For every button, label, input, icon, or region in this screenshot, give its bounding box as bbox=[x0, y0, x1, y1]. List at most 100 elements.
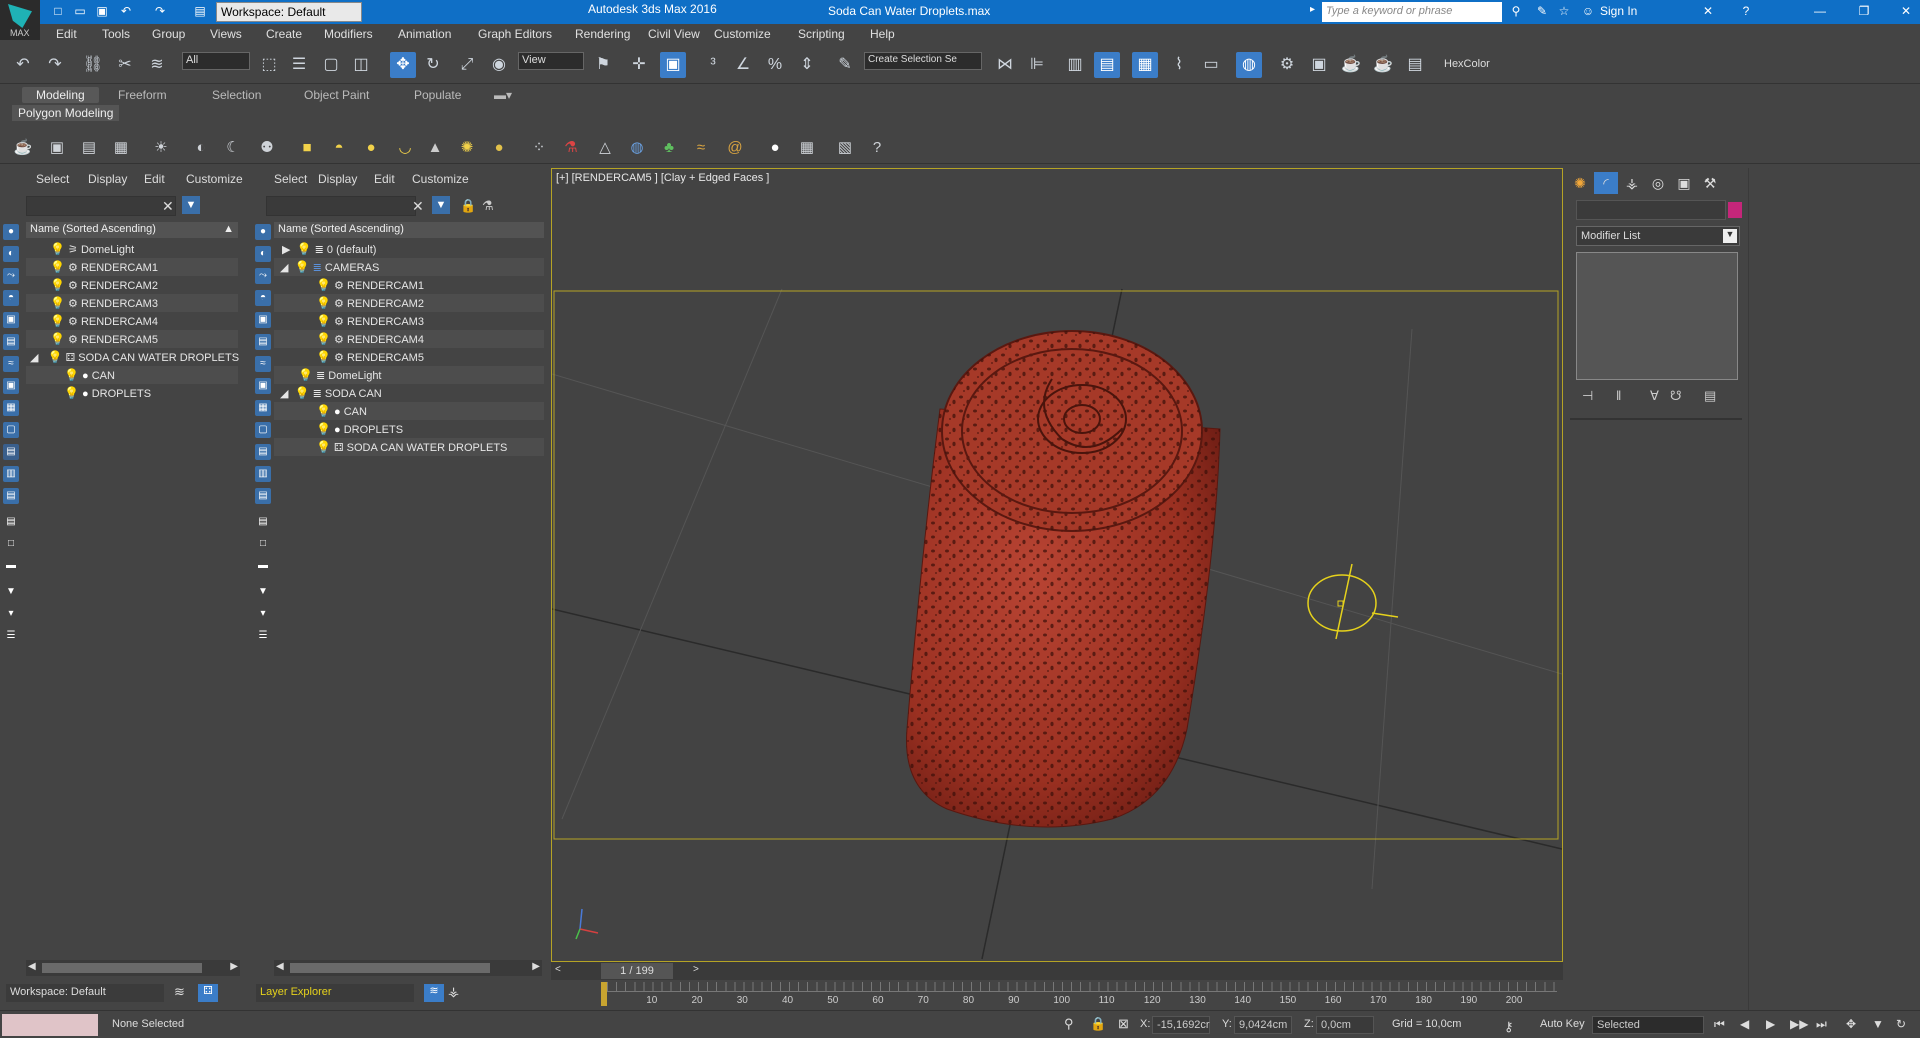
redo-button[interactable]: ↷ bbox=[42, 52, 68, 78]
collapse-arrow-icon[interactable]: ◢ bbox=[280, 262, 288, 274]
auto-key-button[interactable]: Auto Key bbox=[1540, 1018, 1585, 1030]
mirror-icon[interactable]: ⋈ bbox=[992, 52, 1018, 78]
tab-freeform[interactable]: Freeform bbox=[118, 88, 167, 102]
light-bulb-icon[interactable]: 💡 bbox=[316, 332, 331, 346]
explorer-menu-edit[interactable]: Edit bbox=[144, 172, 165, 186]
hair-icon[interactable]: ≈ bbox=[690, 137, 712, 159]
toggle-scene-explorer-icon[interactable]: ▥ bbox=[1062, 52, 1088, 78]
display-all-icon[interactable]: ▤ bbox=[255, 514, 271, 530]
make-unique-icon[interactable]: ∀ bbox=[1650, 388, 1659, 404]
schematic-view-icon[interactable]: ▭ bbox=[1198, 52, 1224, 78]
toggle-ribbon-icon[interactable]: ▦ bbox=[1132, 52, 1158, 78]
explorer-search-input[interactable] bbox=[266, 196, 416, 216]
binoculars-icon[interactable]: ⚲ bbox=[1508, 3, 1524, 19]
display-geometry-icon[interactable]: ◐ bbox=[3, 246, 19, 262]
list-item[interactable]: ◢ 💡 ≣ CAMERAS bbox=[274, 258, 544, 276]
workspace-footer-dropdown[interactable]: Workspace: Default bbox=[6, 984, 164, 1002]
filter-toggle-icon[interactable]: ▼ bbox=[432, 196, 450, 214]
light-bulb-icon[interactable]: 💡 bbox=[298, 368, 313, 382]
menu-graph-editors[interactable]: Graph Editors bbox=[478, 27, 552, 41]
clear-search-icon[interactable]: ✕ bbox=[162, 198, 174, 215]
ribbon-options-icon[interactable]: ▬▾ bbox=[494, 88, 512, 102]
snaps-toggle-icon[interactable]: ³ bbox=[700, 52, 726, 78]
dome-icon[interactable]: ◓ bbox=[328, 137, 350, 159]
list-item[interactable]: 💡 ⚙ RENDERCAM5 bbox=[274, 348, 544, 366]
scroll-left-icon[interactable]: ◀ bbox=[276, 961, 284, 972]
image-icon[interactable]: ▣ bbox=[46, 137, 68, 159]
display-cameras-icon[interactable]: ▣ bbox=[3, 312, 19, 328]
pan-view-icon[interactable]: ✥ bbox=[1846, 1017, 1856, 1031]
display-helpers-icon[interactable]: ▤ bbox=[255, 334, 271, 350]
viewport-rendercam5[interactable]: [+] [RENDERCAM5 ] [Clay + Edged Faces ] bbox=[551, 168, 1563, 962]
hierarchy-toggle-icon[interactable]: ⚃ bbox=[198, 984, 218, 1002]
display-lights-icon[interactable]: ◓ bbox=[3, 290, 19, 306]
collapse-arrow-icon[interactable]: ◢ bbox=[280, 388, 288, 400]
list-item[interactable]: 💡 ⚙ RENDERCAM4 bbox=[26, 312, 238, 330]
light-bulb-icon[interactable]: 💡 bbox=[50, 242, 65, 256]
y-coordinate-field[interactable]: 9,0424cm bbox=[1234, 1016, 1292, 1034]
light-bulb-icon[interactable]: 💡 bbox=[50, 314, 65, 328]
light-bulb-icon[interactable]: 💡 bbox=[50, 332, 65, 346]
list-item[interactable]: 💡 ⚙ RENDERCAM1 bbox=[26, 258, 238, 276]
x-coordinate-field[interactable]: -15,1692cr bbox=[1152, 1016, 1210, 1034]
menu-create[interactable]: Create bbox=[266, 27, 302, 41]
link-icon[interactable]: ⛓ bbox=[80, 52, 106, 78]
tab-populate[interactable]: Populate bbox=[414, 88, 461, 102]
menu-edit[interactable]: Edit bbox=[56, 27, 77, 41]
light-bulb-icon[interactable]: 💡 bbox=[295, 260, 310, 274]
menu-modifiers[interactable]: Modifiers bbox=[324, 27, 373, 41]
help-icon[interactable]: ? bbox=[1738, 3, 1754, 19]
angle-snap-icon[interactable]: ∠ bbox=[730, 52, 756, 78]
explorer-column-header[interactable]: Name (Sorted Ascending) bbox=[274, 222, 544, 238]
orbit-icon[interactable]: ↻ bbox=[1896, 1017, 1906, 1031]
list-item[interactable]: 💡 ● CAN bbox=[26, 366, 238, 384]
show-end-result-icon[interactable]: ‖ bbox=[1616, 388, 1621, 403]
light-bulb-icon[interactable]: 💡 bbox=[50, 296, 65, 310]
close-icon[interactable]: ✕ bbox=[1898, 3, 1914, 19]
clear-search-icon[interactable]: ✕ bbox=[412, 198, 424, 215]
list-item[interactable]: 💡 ⚙ RENDERCAM5 bbox=[26, 330, 238, 348]
list-item[interactable]: 💡 ● CAN bbox=[274, 402, 544, 420]
menu-group[interactable]: Group bbox=[152, 27, 185, 41]
moon-icon[interactable]: ☾ bbox=[222, 137, 244, 159]
utilities-tab-icon[interactable]: ⚒ bbox=[1698, 172, 1722, 194]
display-invert-icon[interactable]: □ bbox=[255, 536, 271, 552]
reference-coordinate-dropdown[interactable]: View bbox=[518, 52, 584, 70]
lock-icon[interactable]: 🔒 bbox=[460, 198, 476, 214]
material-editor-icon[interactable]: ◍ bbox=[1236, 52, 1262, 78]
display-frozen-icon[interactable]: ▥ bbox=[3, 466, 19, 482]
disc-icon[interactable]: ● bbox=[488, 137, 510, 159]
layers-toggle-icon[interactable]: ≋ bbox=[424, 984, 444, 1002]
modifier-stack[interactable] bbox=[1576, 252, 1738, 380]
sun-icon[interactable]: ✺ bbox=[456, 137, 478, 159]
isolate-selection-icon[interactable]: ⚲ bbox=[1064, 1016, 1074, 1032]
sphere-icon[interactable]: ● bbox=[360, 137, 382, 159]
explorer-menu-edit[interactable]: Edit bbox=[374, 172, 395, 186]
list-item[interactable]: 💡 ⚞ DomeLight bbox=[26, 240, 238, 258]
workspace-dropdown[interactable]: Workspace: Default bbox=[216, 2, 362, 22]
set-key-icon[interactable]: ⚷ bbox=[1504, 1019, 1514, 1035]
display-containers-icon[interactable]: ▤ bbox=[255, 444, 271, 460]
display-none-toggle-icon[interactable]: ▬ bbox=[3, 558, 19, 574]
domelight-helper[interactable] bbox=[1307, 563, 1399, 640]
modify-tab-icon[interactable]: ◜ bbox=[1594, 172, 1618, 194]
keyboard-shortcut-override-icon[interactable]: ▣ bbox=[660, 52, 686, 78]
app-logo[interactable]: MAX bbox=[0, 0, 40, 40]
pyramid-icon[interactable]: △ bbox=[594, 137, 616, 159]
display-helpers-icon[interactable]: ▤ bbox=[3, 334, 19, 350]
exchange-icon[interactable]: ✕ bbox=[1700, 3, 1716, 19]
selection-lock-icon[interactable]: 🔒 bbox=[1090, 1016, 1106, 1032]
list-item[interactable]: 💡 ≣ DomeLight bbox=[274, 366, 544, 384]
light-bulb-icon[interactable]: 💡 bbox=[316, 350, 331, 364]
display-spacewarps-icon[interactable]: ≈ bbox=[3, 356, 19, 372]
display-bones-icon[interactable]: ▢ bbox=[3, 422, 19, 438]
explorer-menu-customize[interactable]: Customize bbox=[412, 172, 469, 186]
light-bulb-icon[interactable]: 💡 bbox=[316, 404, 331, 418]
display-groups-icon[interactable]: ▣ bbox=[255, 378, 271, 394]
list-item[interactable]: ▶ 💡 ≣ 0 (default) bbox=[274, 240, 544, 258]
display-geometry-icon[interactable]: ◐ bbox=[255, 246, 271, 262]
filter-stack-icon[interactable]: ☰ bbox=[255, 628, 271, 644]
list-item[interactable]: 💡 ⚙ RENDERCAM2 bbox=[274, 294, 544, 312]
display-invert-icon[interactable]: □ bbox=[3, 536, 19, 552]
play-icon[interactable]: ▶ bbox=[1766, 1017, 1775, 1031]
